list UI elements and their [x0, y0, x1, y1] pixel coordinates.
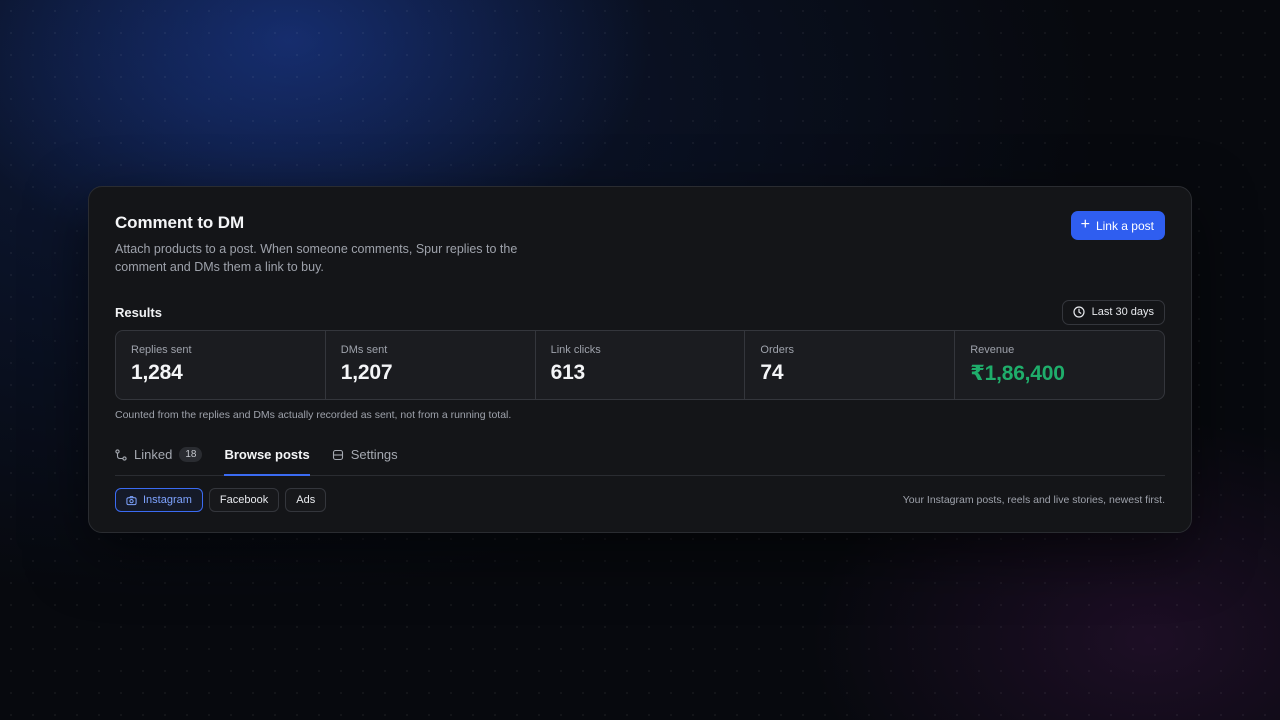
results-note: Counted from the replies and DMs actuall…: [115, 409, 512, 421]
stat-label: DMs sent: [340, 344, 388, 356]
stat-label: Replies sent: [131, 344, 192, 356]
stats-grid: Replies sent 1,284 DMs sent 1,207 Link c…: [115, 330, 1165, 400]
comment-to-dm-card: Comment to DM Attach products to a post.…: [88, 186, 1192, 533]
chip-ads[interactable]: Ads: [285, 488, 327, 512]
stat-revenue: Revenue ₹1,86,400: [955, 331, 1164, 399]
stat-link-clicks: Link clicks 613: [536, 331, 746, 399]
stat-value: 613: [550, 361, 586, 384]
camera-icon: [126, 495, 137, 505]
results-title: Results: [115, 304, 162, 320]
tab-label: Linked: [134, 447, 173, 462]
stat-value: ₹1,86,400: [970, 362, 1065, 385]
chip-label: Instagram: [143, 494, 192, 506]
page-subtitle: Attach products to a post. When someone …: [115, 242, 518, 274]
results-header: Results Last 30 days: [115, 295, 1165, 329]
link-a-post-label: Link a post: [1095, 218, 1154, 233]
stat-label: Link clicks: [550, 344, 601, 356]
tab-linked[interactable]: Linked 18: [115, 437, 203, 475]
count-badge: 18: [179, 447, 203, 462]
stat-value: 74: [760, 361, 784, 384]
date-range-button[interactable]: Last 30 days: [1061, 299, 1165, 325]
stat-replies-sent: Replies sent 1,284: [116, 331, 326, 399]
stat-orders: Orders 74: [745, 331, 956, 399]
settings-panel-icon: [332, 449, 343, 460]
source-filters: Instagram Facebook Ads Your Instagram po…: [115, 488, 1165, 512]
tab-label: Settings: [350, 447, 398, 462]
filters-hint: Your Instagram posts, reels and live sto…: [902, 494, 1165, 506]
stat-value: 1,284: [131, 361, 183, 384]
route-icon: [115, 448, 127, 461]
card-header: Comment to DM Attach products to a post.…: [115, 211, 1165, 295]
clock-icon: [1073, 306, 1085, 318]
chip-label: Ads: [296, 494, 316, 506]
chip-instagram[interactable]: Instagram: [115, 488, 203, 512]
chip-facebook[interactable]: Facebook: [208, 488, 280, 512]
date-range-label: Last 30 days: [1091, 306, 1154, 318]
stat-label: Revenue: [970, 344, 1015, 356]
plus-icon: +: [1080, 216, 1090, 233]
stat-dms-sent: DMs sent 1,207: [326, 331, 536, 399]
tab-label: Browse posts: [224, 447, 310, 462]
tab-settings[interactable]: Settings: [332, 437, 398, 475]
page-title: Comment to DM: [115, 213, 245, 232]
source-chips: Instagram Facebook Ads: [115, 488, 327, 512]
tab-bar: Linked 18 Browse posts Settings: [115, 437, 1165, 476]
stat-label: Orders: [760, 344, 795, 356]
stat-value: 1,207: [340, 361, 393, 384]
chip-label: Facebook: [219, 494, 269, 506]
tab-browse-posts[interactable]: Browse posts: [224, 437, 310, 476]
link-a-post-button[interactable]: + Link a post: [1070, 211, 1165, 240]
